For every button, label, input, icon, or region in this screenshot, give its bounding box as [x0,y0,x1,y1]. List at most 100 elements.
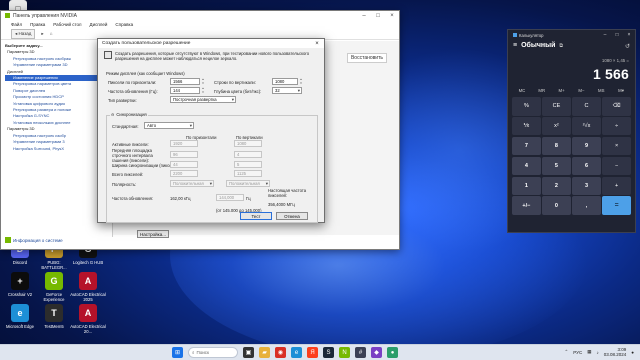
calc-key[interactable]: + [602,176,631,196]
calc-key[interactable]: 2 [542,176,571,196]
warning-text: Создать разрешения, которые отсутствуют … [115,51,310,61]
calc-key[interactable]: ⅟x [512,116,541,136]
nvidia-titlebar[interactable]: Панель управления NVIDIA – □ × [1,11,399,20]
nvidia-taskbar-icon[interactable]: N [339,347,350,358]
forward-icon[interactable]: ▸ [41,31,43,37]
active-v-field: 1080 [234,140,262,147]
history-icon[interactable]: ↺ [625,43,630,50]
menu-display[interactable]: Дисплей [90,22,108,27]
test-button[interactable]: Тест [240,212,272,220]
sync-width-label: Ширина синхронизации (пиксели): [112,163,179,168]
close-icon[interactable]: × [623,32,635,38]
app-taskbar-icon[interactable]: ◆ [371,347,382,358]
refresh-field[interactable]: 144 [170,87,200,94]
clock[interactable]: 3:09 03.08.2024 [604,347,627,357]
calc-key[interactable]: 9 [572,136,601,156]
search-icon: ⌕ [192,350,195,355]
memory-button[interactable]: M▾ [611,88,631,94]
calc-key[interactable]: 7 [512,136,541,156]
calc-key[interactable]: x² [542,116,571,136]
hamburger-menu-icon[interactable]: ≡ [513,42,517,49]
menu-file[interactable]: Файл [11,22,22,27]
menu-edit[interactable]: Правка [30,22,45,27]
taskbar-search[interactable]: ⌕ Поиск [188,347,238,358]
task-view-icon[interactable]: ▣ [243,347,254,358]
home-icon[interactable]: ⌂ [50,31,53,36]
sync-toggle[interactable]: ⊖ Синхронизация [110,112,148,117]
standard-select[interactable]: Авто [144,122,194,129]
tray-chevron-icon[interactable]: ⌃ [564,349,568,355]
maximize-icon[interactable]: □ [611,32,623,38]
calc-key[interactable]: 6 [572,156,601,176]
calc-key[interactable]: − [602,156,631,176]
system-info-link[interactable]: Информация о системе [5,237,63,243]
memory-button[interactable]: MR [532,88,552,94]
customize-button[interactable]: Настройка... [137,230,169,238]
app-taskbar-icon-2[interactable]: ● [387,347,398,358]
calc-key[interactable]: ²√x [572,116,601,136]
tree-item[interactable]: Настройка Surround, PhysX [5,146,112,152]
front-porch-label: Передняя площадка строчного интервала га… [112,148,153,163]
cancel-button[interactable]: Отмена [276,212,308,220]
minimize-icon[interactable]: – [357,13,371,19]
desktop-icon-geforce[interactable]: G GeForce Experience [36,272,72,302]
calc-key[interactable]: 1 [512,176,541,196]
menu-desktop[interactable]: Рабочий стол [53,22,81,27]
calc-key[interactable]: 8 [542,136,571,156]
menu-help[interactable]: Справка [115,22,133,27]
calc-key[interactable]: ÷ [602,116,631,136]
dialog-titlebar[interactable]: Создать пользовательское разрешение × [98,39,324,48]
steam-icon[interactable]: S [323,347,334,358]
close-icon[interactable]: × [310,41,324,47]
calc-key[interactable]: 0 [542,196,571,216]
calc-key[interactable]: +/− [512,196,541,216]
calc-key[interactable]: , [572,196,601,216]
calc-key[interactable]: C [572,97,601,116]
maximize-icon[interactable]: □ [371,13,385,19]
memory-button[interactable]: MS [591,88,611,94]
chrome-icon[interactable]: ◉ [275,347,286,358]
calc-key[interactable]: 5 [542,156,571,176]
restore-defaults-link[interactable]: Восстановить [346,53,387,63]
calc-key[interactable]: 4 [512,156,541,176]
desktop-icon-crosshair[interactable]: + Crosshair V2 [2,272,38,297]
calc-key[interactable]: ⌫ [602,97,631,116]
refresh-spinner[interactable]: ▴ ▾ [201,86,205,94]
close-icon[interactable]: × [385,13,399,19]
start-icon[interactable]: ⊞ [172,347,183,358]
calculator-taskbar-icon[interactable]: # [355,347,366,358]
back-button[interactable]: ◂ Назад [11,28,36,39]
color-depth-select[interactable]: 32 [272,87,302,94]
memory-button[interactable]: MC [512,88,532,94]
desktop-icon-autocad-2[interactable]: A AutoCAD Electrical 20... [70,304,106,334]
memory-button[interactable]: M+ [552,88,572,94]
edge-icon[interactable]: e [291,347,302,358]
calc-key[interactable]: = [602,196,631,216]
minimize-icon[interactable]: – [599,32,611,38]
network-icon[interactable]: ▦ [587,349,591,355]
v-lines-field[interactable]: 1080 [272,78,298,85]
desktop-icon-autocad-1[interactable]: A AutoCAD Electrical 2025 [70,272,106,302]
calc-key[interactable]: % [512,97,541,116]
calc-key[interactable]: CE [542,97,571,116]
yandex-icon[interactable]: Я [307,347,318,358]
scan-type-select[interactable]: Построчная развертка [170,96,236,103]
volume-icon[interactable]: ♪ [597,350,599,355]
calc-key[interactable]: × [602,136,631,156]
file-explorer-icon[interactable]: ▰ [259,347,270,358]
calc-key[interactable]: 3 [572,176,601,196]
v-lines-spinner[interactable]: ▴ ▾ [299,77,303,85]
keep-on-top-icon[interactable]: ⧉ [559,43,563,49]
desktop-icon-testmem[interactable]: T TestMem5 [36,304,72,329]
desktop-icon-edge[interactable]: e Microsoft Edge [2,304,38,329]
memory-button[interactable]: M− [571,88,591,94]
refresh-rate-label: Частота обновления: [112,196,154,201]
front-v-field: 4 [234,151,262,158]
language-indicator[interactable]: РУС [573,350,582,355]
h-pixels-field[interactable]: 1566 [170,78,200,85]
notification-icon[interactable]: ● [631,350,634,355]
desktop-icon-label: Crosshair V2 [7,292,33,297]
h-pixels-spinner[interactable]: ▴ ▾ [201,77,205,85]
v-lines-label: Строки по вертикали: [214,80,256,85]
calculator-titlebar[interactable]: Калькулятор – □ × [508,30,635,40]
